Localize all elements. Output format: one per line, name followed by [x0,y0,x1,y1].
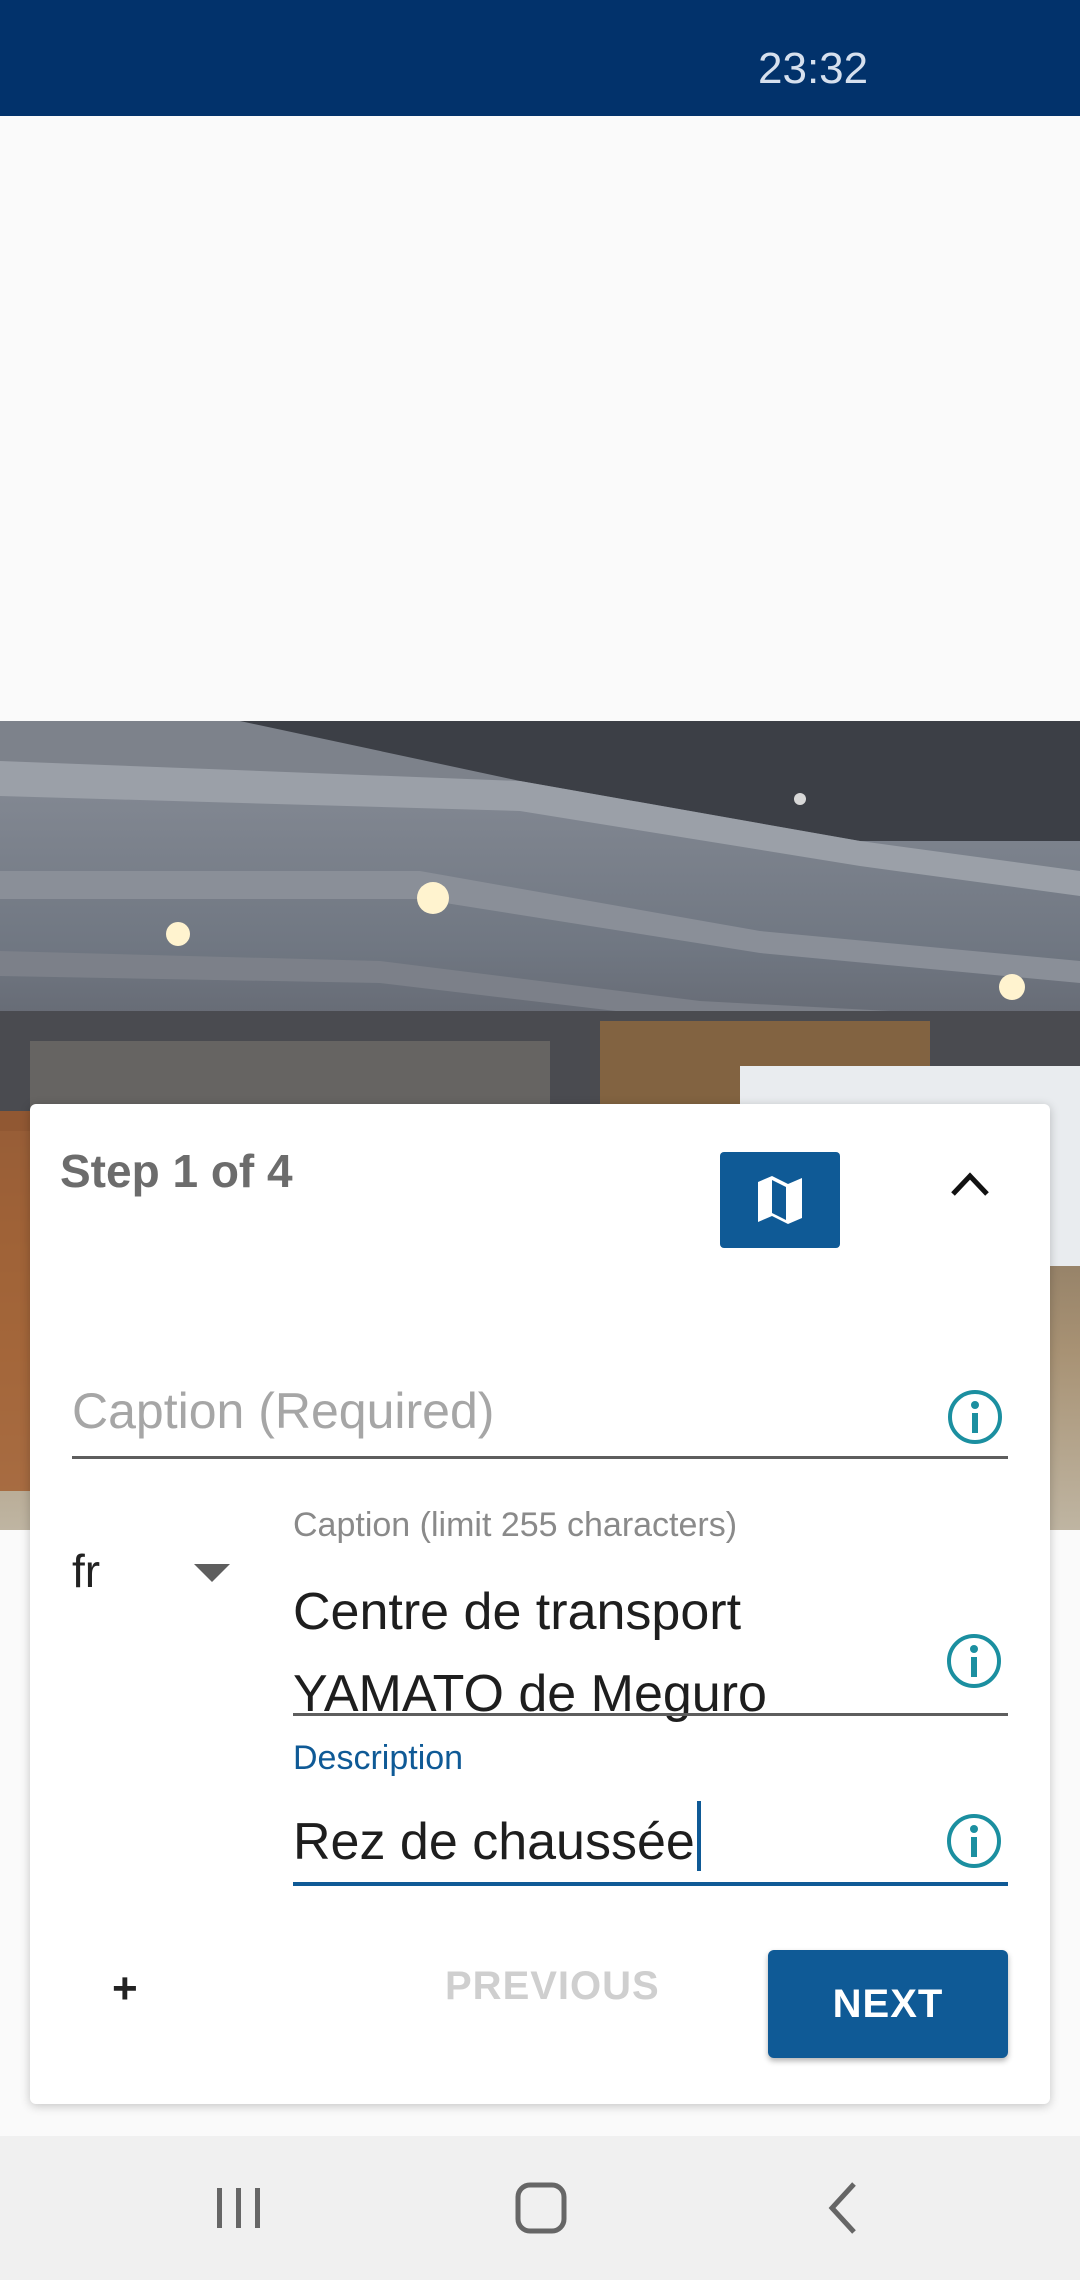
status-bar: 23:32 [0,0,1080,116]
language-select[interactable]: fr [72,1536,242,1606]
caption-field-underline [293,1713,1008,1716]
caption-required-placeholder: Caption (Required) [72,1383,495,1439]
info-icon[interactable] [945,1632,1003,1690]
caption-line-1: Centre de transport [293,1583,742,1641]
chevron-up-icon [951,1172,989,1196]
map-button[interactable] [720,1152,840,1248]
back-icon[interactable] [808,2172,880,2244]
next-button[interactable]: NEXT [768,1950,1008,2058]
navigation-bar [0,2136,1080,2280]
previous-button[interactable]: PREVIOUS [445,1964,660,2009]
recents-icon[interactable] [203,2172,275,2244]
step-card: Step 1 of 4 Caption (Required) fr Captio… [30,1104,1050,2104]
dropdown-caret-icon [194,1564,230,1582]
language-value: fr [72,1545,101,1597]
caption-line-2: YAMATO de Meguro [293,1665,767,1723]
description-value: Rez de chaussée [293,1813,695,1871]
caption-field-label: Caption (limit 255 characters) [293,1506,738,1544]
description-field-underline [293,1882,1008,1886]
blank-area [0,116,1080,721]
caption-required-input[interactable]: Caption (Required) [72,1374,1008,1459]
status-time: 23:32 [758,44,869,93]
map-icon [758,1176,802,1224]
home-icon[interactable] [505,2172,577,2244]
add-language-button[interactable]: + [112,1964,138,2014]
info-icon[interactable] [946,1388,1004,1446]
description-field-label: Description [293,1739,464,1777]
text-cursor [696,1801,701,1871]
info-icon[interactable] [945,1812,1003,1870]
description-field[interactable]: Rez de chaussée [293,1800,1008,1890]
step-label: Step 1 of 4 [60,1145,293,1197]
collapse-button[interactable] [930,1144,1010,1224]
